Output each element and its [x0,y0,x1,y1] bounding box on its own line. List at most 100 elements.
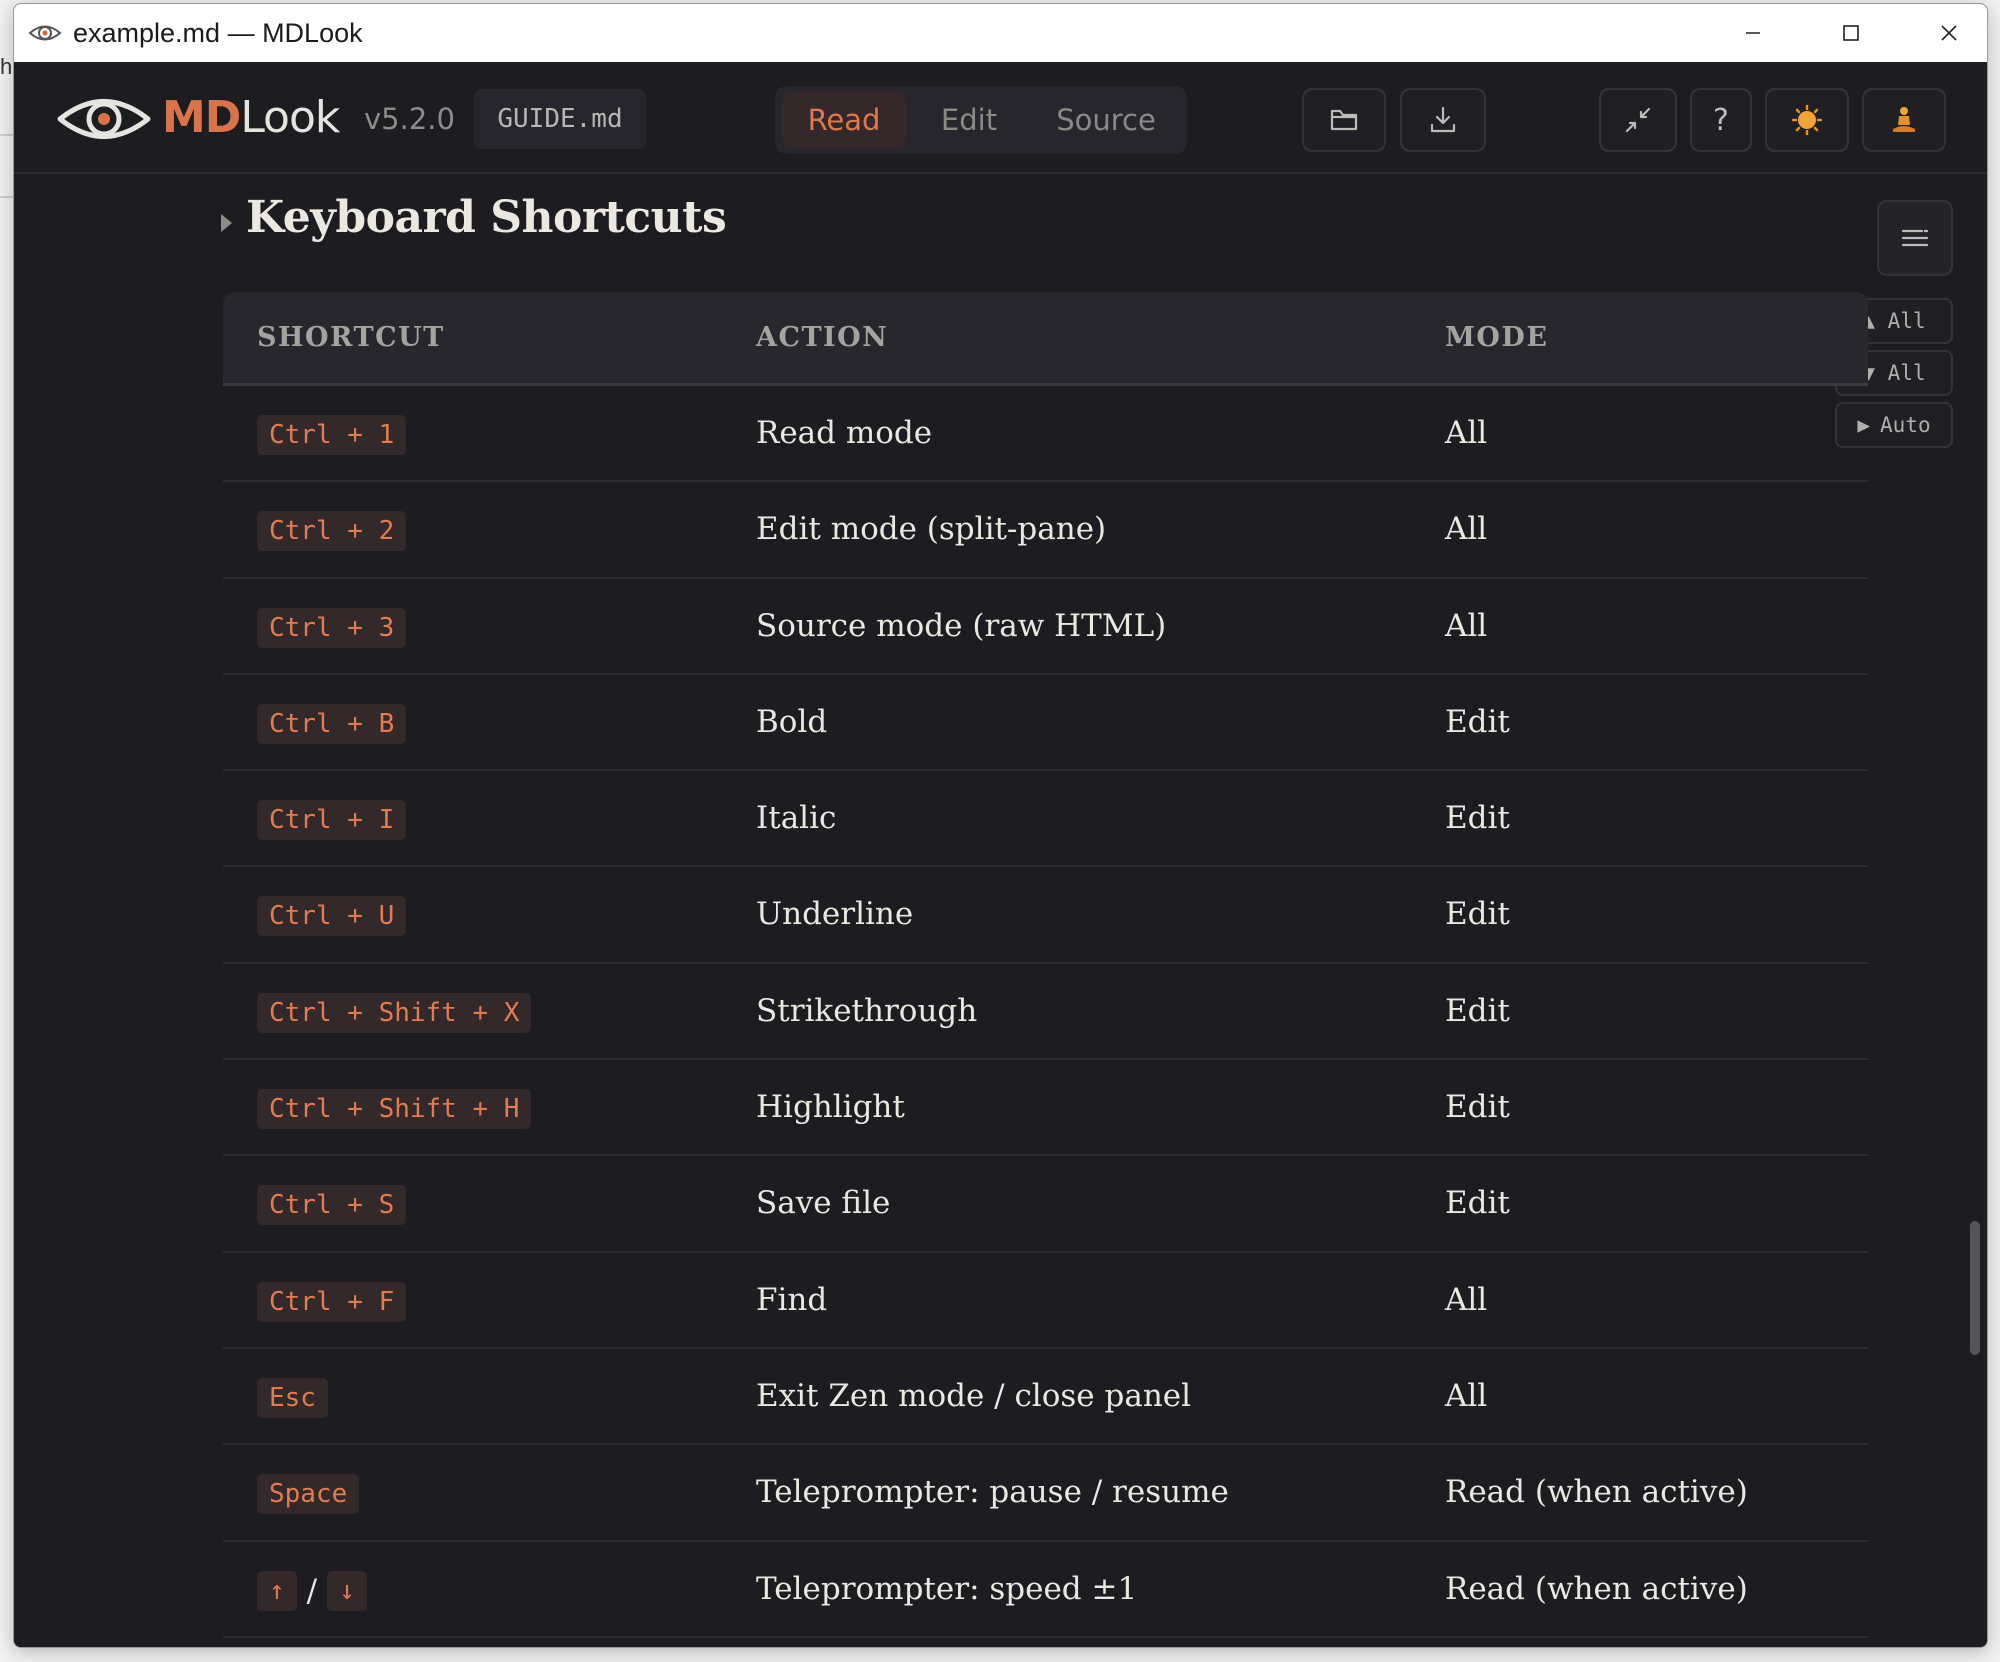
tab-edit[interactable]: Edit [909,92,1029,148]
action-cell: Teleprompter: pause / resume [756,1474,1229,1511]
kbd-key: ↓ [327,1570,367,1611]
table-row: Space Teleprompter: pause / resume Read (w… [223,1445,1868,1542]
kbd-key: Ctrl + 1 [257,415,407,455]
app-window: example.md — MDLook MDLook v5.2.0 GUIDE.… [13,3,1988,1648]
tab-source[interactable]: Source [1031,92,1181,148]
app-version: v5.2.0 [364,102,455,136]
kbd-key: ↑ [257,1570,297,1611]
table-row: Ctrl + Shift + X Strikethrough Edit [223,964,1868,1061]
table-row: Ctrl + I Italic Edit [223,771,1868,868]
meditation-icon [1893,107,1915,132]
action-cell: Strikethrough [756,992,978,1029]
table-row: Ctrl + U Underline Edit [223,867,1868,964]
action-cell: Edit mode (split-pane) [756,511,1107,548]
kbd-key: Ctrl + S [257,1185,407,1226]
shortcut-cell: Space [257,1474,360,1515]
mode-cell: Read (when active) [1445,1474,1748,1511]
open-file-button[interactable] [1302,88,1386,152]
table-header: SHORTCUT ACTION MODE [223,292,1868,386]
collapse-caret-icon[interactable] [221,214,232,232]
mode-cell: All [1445,607,1488,644]
file-name-chip[interactable]: GUIDE.md [474,89,646,149]
zen-mode-button[interactable] [1599,88,1677,152]
table-row: ↑ / ↓ Teleprompter: speed ±1 Read (when acti… [223,1542,1868,1638]
shortcut-cell: Ctrl + F [257,1281,407,1322]
expand-all-label: ▼ All [1862,361,1926,385]
kbd-key: Ctrl + U [257,896,407,937]
shortcut-cell: Ctrl + Shift + X [257,992,532,1033]
kbd-key: Space [257,1474,360,1515]
table-row: Ctrl + Shift + H Highlight Edit [223,1060,1868,1157]
mode-cell: All [1445,415,1488,451]
shortcut-cell: Ctrl + 2 [257,511,407,552]
action-cell: Bold [756,703,828,740]
header-action: ACTION [756,322,889,353]
key-separator: / [306,1572,318,1609]
mode-cell: Edit [1445,992,1510,1029]
title-bar: example.md — MDLook [14,4,1987,62]
shortcut-cell: Ctrl + B [257,703,407,744]
collapse-arrows-icon [1625,107,1651,133]
kbd-key: Ctrl + B [257,703,407,744]
mode-cell: Read (when active) [1445,1570,1748,1607]
action-cell: Underline [756,896,914,933]
mode-switcher: Read Edit Source [775,86,1187,154]
mode-cell: Edit [1445,800,1510,837]
maximize-button[interactable] [1802,4,1900,62]
mode-cell: All [1445,511,1488,548]
mode-cell: All [1445,1281,1488,1318]
action-cell: Read mode [756,415,933,451]
logo-rest: Look [240,92,340,143]
mode-cell: Edit [1445,703,1510,740]
action-cell: Save file [756,1185,891,1222]
kbd-key: Ctrl + 2 [257,511,407,552]
action-cell: Exit Zen mode / close panel [756,1377,1192,1414]
mode-cell: Edit [1445,1089,1510,1126]
mode-cell: Edit [1445,896,1510,933]
toc-button[interactable] [1877,200,1953,276]
maximize-icon [1843,25,1859,41]
shortcut-cell: Ctrl + I [257,800,407,841]
table-row: Esc Exit Zen mode / close panel All [223,1349,1868,1446]
kbd-key: Esc [257,1377,328,1418]
logo-accent: MD [162,92,241,143]
background-divider [0,134,14,136]
scrollbar-thumb[interactable] [1970,1221,1980,1355]
shortcut-cell: Ctrl + 1 [257,415,407,455]
section-heading: Keyboard Shortcuts [246,192,727,243]
background-text: h [0,54,13,79]
minimize-button[interactable] [1704,4,1802,62]
header-shortcut: SHORTCUT [257,322,445,353]
focus-mode-button[interactable] [1862,88,1946,152]
action-cell: Source mode (raw HTML) [756,607,1167,644]
close-icon [1941,25,1957,41]
shortcut-cell: Ctrl + U [257,896,407,937]
action-cell: Italic [756,800,837,837]
shortcut-cell: Esc [257,1377,328,1418]
sun-icon [1791,104,1823,136]
folder-icon [1330,109,1358,131]
background-divider [0,196,14,198]
header-mode: MODE [1445,322,1549,353]
tab-read[interactable]: Read [781,92,907,148]
kbd-key: Ctrl + 3 [257,607,407,648]
close-button[interactable] [1900,4,1987,62]
table-body: Ctrl + 1 Read mode All Ctrl + 2 Edit mode (s… [223,386,1868,1638]
theme-toggle-button[interactable] [1765,88,1849,152]
download-button[interactable] [1400,88,1486,152]
question-icon: ? [1713,102,1729,138]
kbd-key: Ctrl + Shift + H [257,1089,532,1130]
help-button[interactable]: ? [1690,88,1752,152]
document-content: Keyboard Shortcuts ▲ All ▼ All ▶ Auto SHO… [14,176,1987,1647]
auto-scroll-label: Auto [1880,413,1931,437]
mode-cell: Edit [1445,1185,1510,1222]
kbd-key: Ctrl + I [257,800,407,841]
download-icon [1430,106,1456,133]
table-row: Ctrl + F Find All [223,1253,1868,1349]
table-row: Ctrl + 3 Source mode (raw HTML) All [223,579,1868,675]
action-cell: Highlight [756,1089,905,1126]
app-header: MDLook v5.2.0 GUIDE.md Read Edit Source … [14,62,1987,174]
shortcut-cell: Ctrl + S [257,1185,407,1226]
action-cell: Find [756,1281,828,1318]
minimize-icon [1746,32,1760,34]
